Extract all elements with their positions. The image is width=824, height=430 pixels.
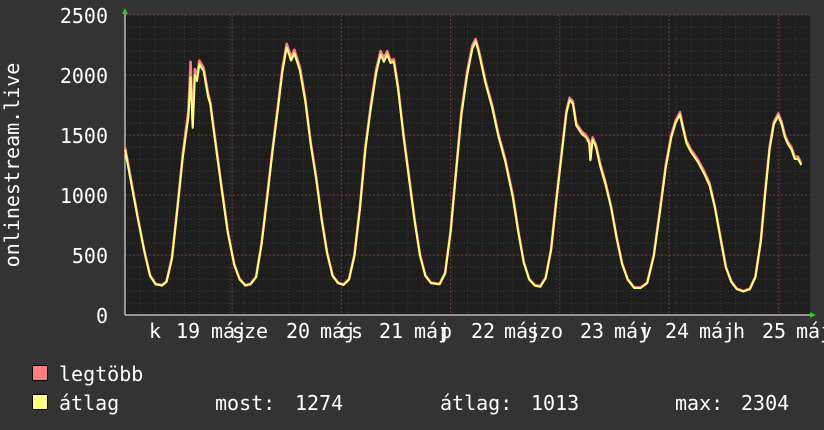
chart-root: 0 500 1000 1500 2000 2500 k 19 máj sze 20 máj cs 21 má…: [0, 0, 824, 430]
stat-avg-value: 1013: [531, 391, 580, 415]
x-tick-label: 19: [176, 319, 200, 343]
x-tick-label: szo: [527, 319, 563, 343]
y-tick-label: 1000: [60, 184, 108, 208]
legend-swatch-max: [32, 365, 48, 381]
stat-max-label: max:: [675, 391, 724, 415]
y-tick-label: 2000: [60, 64, 108, 88]
x-axis-arrow: [810, 312, 816, 318]
stat-avg-label: átlag:: [440, 391, 513, 415]
x-tick-label: 23: [580, 319, 604, 343]
y-tick-label: 500: [72, 244, 108, 268]
x-tick-label: sze: [232, 319, 268, 343]
x-tick-label: h: [733, 319, 745, 343]
y-axis-arrow: [122, 8, 128, 14]
x-tick-label: 21: [379, 319, 403, 343]
x-tick-label: v: [640, 319, 652, 343]
x-tick-label: k: [149, 319, 161, 343]
x-tick-label: 22: [471, 319, 495, 343]
x-tick-label: 20: [286, 319, 310, 343]
stat-max-value: 2304: [741, 391, 790, 415]
legend-label-max: legtöbb: [59, 362, 144, 386]
y-axis-label: onlinestream.live: [0, 63, 24, 268]
stat-now-value: 1274: [295, 391, 344, 415]
x-tick-label: cs: [339, 319, 363, 343]
legend-swatch-avg: [32, 394, 48, 410]
x-tick-label: 25: [762, 319, 786, 343]
x-tick-label: 24: [665, 319, 689, 343]
x-tick-label: máj: [796, 319, 824, 343]
y-tick-label: 2500: [60, 4, 108, 28]
y-tick-label: 0: [96, 304, 108, 328]
legend-label-avg: átlag: [59, 391, 120, 415]
stat-now-label: most:: [215, 391, 276, 415]
x-tick-label: máj: [699, 319, 735, 343]
x-tick-label: p: [440, 319, 452, 343]
y-tick-label: 1500: [60, 124, 108, 148]
